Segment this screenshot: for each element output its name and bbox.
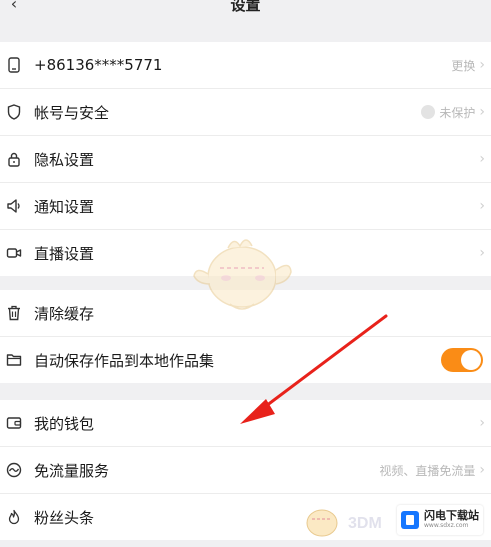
free-data-detail: 视频、直播免流量 (379, 463, 476, 478)
site-watermark: 3DM 闪电下载站 www.sdxz.com (296, 495, 491, 547)
auto-save-toggle[interactable] (441, 348, 483, 372)
watermark-name: 闪电下载站 (424, 509, 479, 522)
small-chick-icon (306, 509, 338, 537)
download-site-logo-icon (401, 511, 419, 529)
lock-icon (6, 151, 22, 167)
shield-icon (6, 104, 22, 120)
security-status-text: 未保护 (439, 105, 476, 120)
trash-icon (6, 305, 22, 321)
privacy-settings-row[interactable]: 隐私设置 › (0, 136, 491, 183)
top-bar: ‹ 设置 (0, 0, 491, 24)
auto-save-label: 自动保存作品到本地作品集 (34, 351, 215, 370)
change-link[interactable]: 更换 (451, 57, 475, 74)
chick-watermark-icon (193, 239, 292, 310)
toggle-knob (461, 350, 481, 370)
chevron-right-icon: › (479, 151, 485, 167)
auto-save-row: 自动保存作品到本地作品集 (0, 337, 491, 383)
speaker-icon (6, 198, 22, 214)
chevron-right-icon: › (479, 198, 485, 214)
chevron-right-icon: › (479, 245, 485, 261)
security-status: 未保护 › (421, 89, 485, 135)
account-security-label: 帐号与安全 (34, 103, 110, 122)
account-security-row[interactable]: 帐号与安全 未保护 › (0, 89, 491, 136)
privacy-settings-label: 隐私设置 (34, 150, 95, 169)
watermark-site: www.sdxz.com (424, 522, 469, 529)
phone-row[interactable]: +86136****5771 更换 › (0, 42, 491, 89)
wallet-row[interactable]: 我的钱包 › (0, 400, 491, 447)
chevron-right-icon: › (479, 415, 485, 431)
watermark-brand: 3DM (348, 515, 382, 532)
watermark-badge: 闪电下载站 www.sdxz.com (397, 505, 483, 535)
wallet-icon (6, 415, 22, 431)
free-data-row[interactable]: 免流量服务 视频、直播免流量 › (0, 447, 491, 494)
clear-cache-label: 清除缓存 (34, 304, 95, 323)
folder-icon (6, 352, 22, 368)
flame-icon (6, 509, 22, 525)
status-dot-icon (421, 105, 436, 119)
chevron-right-icon: › (479, 104, 485, 120)
live-settings-label: 直播设置 (34, 244, 95, 263)
notification-settings-label: 通知设置 (34, 197, 95, 216)
phone-number: +86136****5771 (34, 56, 163, 74)
fans-headline-label: 粉丝头条 (34, 508, 95, 527)
chevron-right-icon: › (479, 57, 485, 73)
free-data-label: 免流量服务 (34, 461, 110, 480)
data-icon (6, 462, 22, 478)
phone-change[interactable]: 更换 › (451, 42, 485, 88)
video-icon (6, 245, 22, 261)
page-title: 设置 (230, 0, 261, 14)
phone-icon (6, 57, 22, 73)
chevron-right-icon: › (479, 462, 485, 478)
wallet-label: 我的钱包 (34, 414, 95, 433)
